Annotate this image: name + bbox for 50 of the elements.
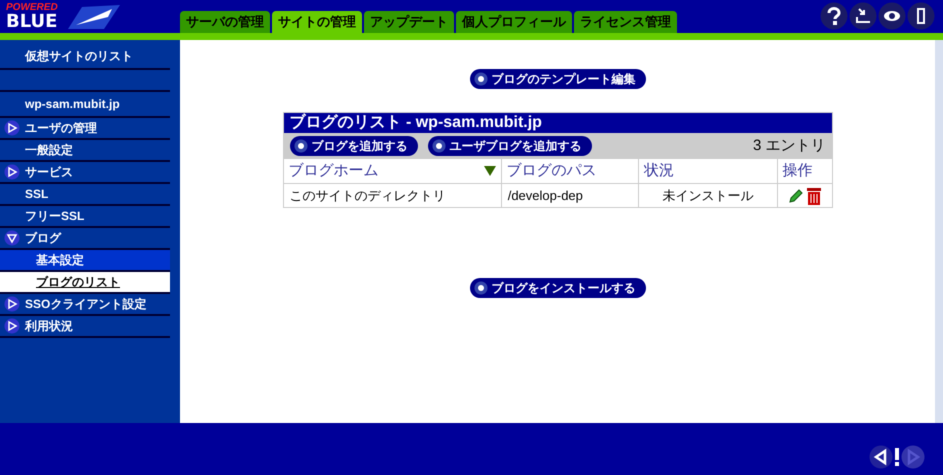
entry-count: 3 エントリ [752,136,826,156]
column-header[interactable]: ブログのパス [502,159,640,183]
sidebar-item[interactable]: フリーSSL [25,207,84,225]
alert-icon[interactable] [894,448,900,466]
sidebar-item[interactable]: SSOクライアント設定 [25,295,146,313]
bullet-icon [474,72,488,86]
sort-down-icon [484,166,496,176]
tab[interactable]: サイトの管理 [272,11,362,33]
expander-icon[interactable] [4,120,20,136]
add-blog-button[interactable]: ユーザブログを追加する [428,136,592,156]
bullet-icon [474,281,488,295]
tab[interactable]: サーバの管理 [180,11,270,33]
add-blog-button[interactable]: ブログを追加する [290,136,418,156]
door-icon[interactable] [907,2,935,30]
table-title: ブログのリスト - wp-sam.mubit.jp [284,113,832,133]
trash-icon[interactable] [806,186,822,204]
column-header[interactable]: ブログホーム [284,159,502,183]
logo-bottom-text: BLUE [6,12,58,30]
eye-icon[interactable] [878,2,906,30]
logo-top-text: POWERED [6,2,58,12]
bullet-icon [432,139,446,153]
sidebar-item[interactable]: サービス [25,163,73,181]
table-cell: 未インストール [639,184,778,207]
pencil-icon[interactable] [788,188,804,204]
tray-icon[interactable] [849,2,877,30]
sidebar-item[interactable]: ブログ [25,229,61,247]
tab[interactable]: アップデート [364,11,454,33]
column-header[interactable]: 状況 [639,159,778,183]
expander-icon[interactable] [4,318,20,334]
sidebar-item[interactable]: ユーザの管理 [25,119,97,137]
template-edit-button[interactable]: ブログのテンプレート編集 [470,69,646,89]
help-icon[interactable] [820,2,848,30]
tab[interactable]: 個人プロフィール [456,11,572,33]
expander-icon[interactable] [4,230,20,246]
sidebar-heading: 仮想サイトのリスト [25,48,133,65]
table-cell: このサイトのディレクトリ [284,184,502,207]
sidebar-item[interactable]: SSL [25,185,48,203]
install-blog-button[interactable]: ブログをインストールする [470,278,646,298]
sidebar-heading: wp-sam.mubit.jp [25,96,120,113]
tab[interactable]: ライセンス管理 [574,11,677,33]
sidebar-item[interactable]: 利用状況 [25,317,73,335]
bullet-icon [294,139,308,153]
expander-icon[interactable] [4,164,20,180]
column-header[interactable]: 操作 [778,159,832,183]
back-icon[interactable] [869,445,893,469]
table-cell: /develop-dep [502,184,640,207]
expander-icon[interactable] [4,296,20,312]
sidebar-subitem[interactable]: ブログのリスト [0,272,170,294]
sidebar-item[interactable]: 一般設定 [25,141,73,159]
sidebar-subitem[interactable]: 基本設定 [0,250,170,272]
